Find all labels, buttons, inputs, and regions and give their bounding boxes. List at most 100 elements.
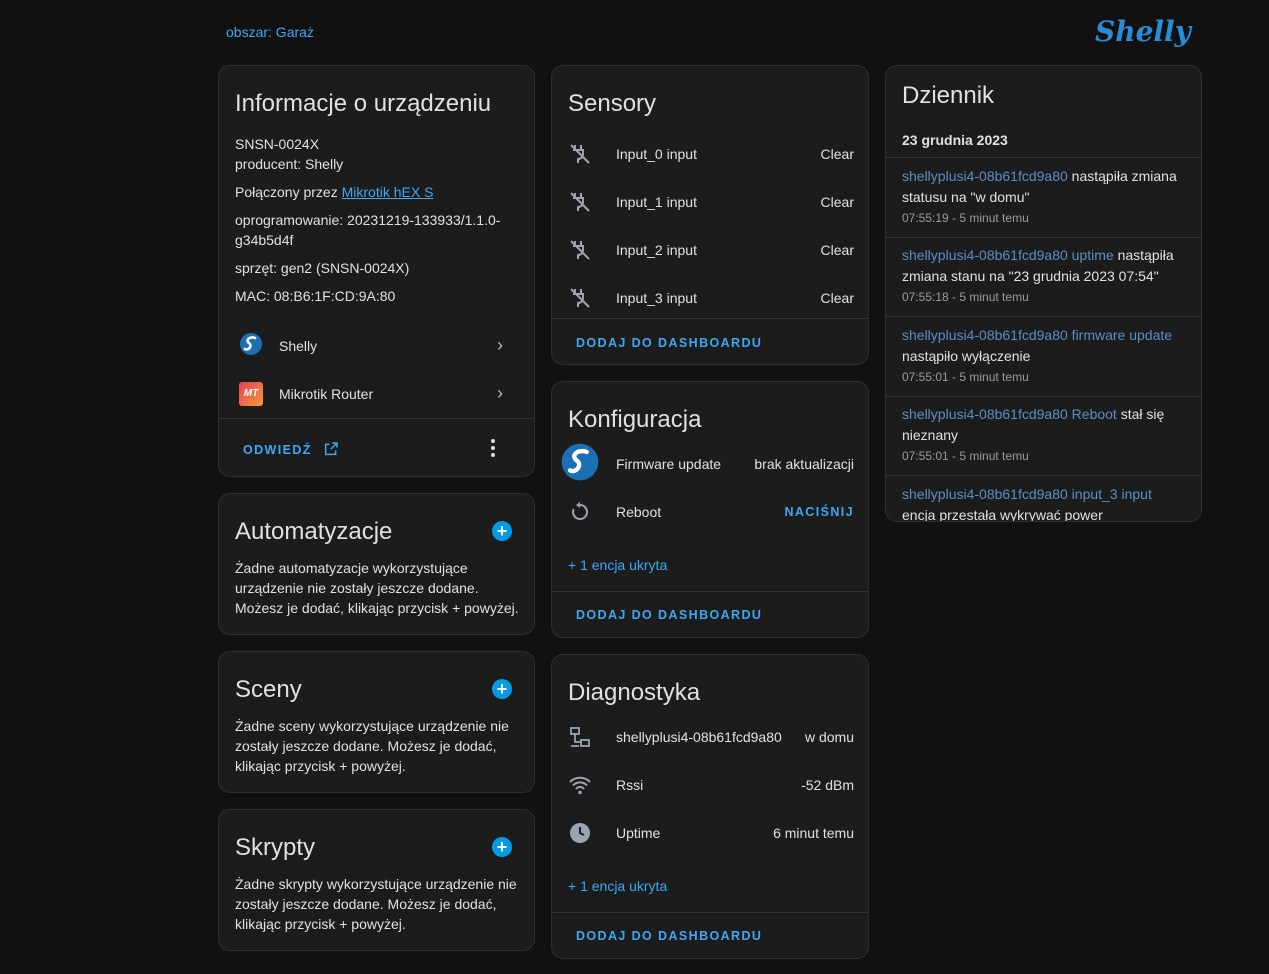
sensor-state: Clear	[820, 290, 854, 306]
log-time: 07:55:18 - 5 minut temu	[902, 290, 1029, 304]
device-info-title: Informacje o urządzeniu	[235, 90, 492, 117]
shelly-logo-icon	[240, 333, 262, 355]
mac-address: MAC: 08:B6:1F:CD:9A:80	[235, 288, 396, 304]
diagnostic-name: shellyplusi4-08b61fcd9a80	[616, 729, 782, 745]
log-time: 07:55:19 - 5 minut temu	[902, 211, 1029, 225]
scripts-card: Skrypty + Żadne skrypty wykorzystujące u…	[218, 809, 535, 951]
diagnostics-card: Diagnostyka shellyplusi4-08b61fcd9a80 w …	[551, 654, 869, 959]
logbook-date: 23 grudnia 2023	[902, 132, 1008, 148]
power-plug-off-icon	[570, 192, 590, 212]
hidden-entities-link[interactable]: + 1 encja ukryta	[568, 878, 667, 894]
connected-prefix: Połączony przez	[235, 184, 342, 200]
logbook-card: Dziennik 23 grudnia 2023 shellyplusi4-08…	[885, 65, 1202, 522]
shelly-logo-icon	[561, 443, 599, 481]
sensor-row[interactable]: Input_3 input Clear	[552, 274, 868, 322]
sensors-title: Sensory	[568, 90, 657, 117]
connected-device-link[interactable]: Mikrotik hEX S	[342, 184, 434, 200]
diagnostic-state: -52 dBm	[801, 777, 854, 793]
integration-label: Shelly	[279, 338, 318, 354]
logbook-entry: shellyplusi4-08b61fcd9a80 nastąpiła zmia…	[886, 158, 1201, 238]
log-message: nastąpiło wyłączenie	[902, 348, 1031, 364]
add-to-dashboard-button[interactable]: DODAJ DO DASHBOARDU	[576, 336, 762, 350]
diagnostic-state: w domu	[804, 729, 854, 745]
automations-title: Automatyzacje	[235, 518, 393, 545]
add-script-button[interactable]: +	[492, 837, 512, 857]
log-time: 07:55:01 - 5 minut temu	[902, 449, 1029, 463]
firmware-update-state: brak aktualizacji	[754, 456, 854, 472]
diagnostic-row[interactable]: Uptime 6 minut temu	[552, 809, 868, 857]
sensor-state: Clear	[820, 146, 854, 162]
log-entity-link[interactable]: shellyplusi4-08b61fcd9a80 Reboot	[902, 406, 1117, 422]
sensor-row[interactable]: Input_0 input Clear	[552, 130, 868, 178]
firmware-line1: oprogramowanie: 20231219-133933/1.1.0-	[235, 212, 501, 228]
add-automation-button[interactable]: +	[492, 521, 512, 541]
logbook-entry: shellyplusi4-08b61fcd9a80 uptime nastąpi…	[886, 238, 1201, 317]
sensor-state: Clear	[820, 194, 854, 210]
chevron-right-icon: ›	[497, 335, 503, 355]
svg-text:Shelly: Shelly	[1095, 15, 1193, 48]
log-entity-link[interactable]: shellyplusi4-08b61fcd9a80 firmware updat…	[902, 327, 1172, 343]
integration-row-shelly[interactable]: Shelly ›	[219, 322, 534, 366]
area-link[interactable]: obszar: Garaż	[226, 24, 314, 40]
log-message: encja przestała wykrywać power	[902, 507, 1103, 522]
scripts-title: Skrypty	[235, 834, 316, 861]
visit-button[interactable]: ODWIEDŹ	[243, 441, 339, 457]
lan-icon	[570, 727, 590, 747]
wifi-icon	[569, 776, 591, 795]
scenes-title: Sceny	[235, 676, 302, 703]
scenes-empty-text: Żadne sceny wykorzystujące urządzenie ni…	[235, 718, 509, 774]
log-entity-link[interactable]: shellyplusi4-08b61fcd9a80 input_3 input	[902, 486, 1152, 502]
log-time: 07:55:01 - 5 minut temu	[902, 370, 1029, 384]
power-plug-off-icon	[570, 240, 590, 260]
firmware-update-name: Firmware update	[616, 456, 722, 472]
sensor-name: Input_1 input	[616, 194, 697, 210]
configuration-title: Konfiguracja	[568, 406, 702, 433]
log-entity-link[interactable]: shellyplusi4-08b61fcd9a80	[902, 168, 1068, 184]
device-model: SNSN-0024X	[235, 136, 320, 152]
power-plug-off-icon	[570, 288, 590, 308]
connected-via: Połączony przez Mikrotik hEX S	[235, 184, 433, 200]
firmware-update-row[interactable]: Firmware update brak aktualizacji	[552, 438, 868, 486]
sensor-name: Input_2 input	[616, 242, 697, 258]
press-button[interactable]: NACIŚNIJ	[784, 505, 854, 519]
configuration-card: Konfiguracja Firmware update brak aktual…	[551, 381, 869, 638]
diagnostic-row[interactable]: shellyplusi4-08b61fcd9a80 w domu	[552, 713, 868, 761]
scripts-empty-text: Żadne skrypty wykorzystujące urządzenie …	[235, 876, 517, 932]
sensor-name: Input_3 input	[616, 290, 697, 306]
divider	[552, 591, 868, 592]
add-scene-button[interactable]: +	[492, 679, 512, 699]
automations-card: Automatyzacje + Żadne automatyzacje wyko…	[218, 493, 535, 635]
logbook-entry: shellyplusi4-08b61fcd9a80 input_3 input …	[886, 476, 1201, 522]
scenes-card: Sceny + Żadne sceny wykorzystujące urząd…	[218, 651, 535, 793]
logbook-entry: shellyplusi4-08b61fcd9a80 Reboot stał si…	[886, 397, 1201, 476]
shelly-brand-logo: Shelly	[1095, 15, 1193, 48]
diagnostic-name: Rssi	[616, 777, 644, 793]
sensor-row[interactable]: Input_1 input Clear	[552, 178, 868, 226]
integration-label: Mikrotik Router	[279, 386, 374, 402]
diagnostics-title: Diagnostyka	[568, 679, 701, 706]
device-info-card: Informacje o urządzeniu SNSN-0024X produ…	[218, 65, 535, 477]
logbook-entry: shellyplusi4-08b61fcd9a80 firmware updat…	[886, 317, 1201, 397]
logbook-title: Dziennik	[902, 82, 995, 109]
divider	[552, 912, 868, 913]
diagnostic-state: 6 minut temu	[773, 825, 854, 841]
diagnostic-row[interactable]: Rssi -52 dBm	[552, 761, 868, 809]
hidden-entities-link[interactable]: + 1 encja ukryta	[568, 557, 667, 573]
integration-row-mikrotik[interactable]: MT Mikrotik Router ›	[219, 370, 534, 414]
add-to-dashboard-button[interactable]: DODAJ DO DASHBOARDU	[576, 929, 762, 943]
log-entity-link[interactable]: shellyplusi4-08b61fcd9a80 uptime	[902, 247, 1114, 263]
sensors-card: Sensory Input_0 input Clear Input_1 inpu…	[551, 65, 869, 365]
sensor-name: Input_0 input	[616, 146, 697, 162]
device-manufacturer: producent: Shelly	[235, 156, 344, 172]
firmware-line2: g34b5d4f	[235, 232, 294, 248]
restart-icon	[572, 502, 589, 520]
mikrotik-logo-icon: MT	[239, 382, 263, 406]
sensor-row[interactable]: Input_2 input Clear	[552, 226, 868, 274]
power-plug-off-icon	[570, 144, 590, 164]
more-options-icon[interactable]	[489, 438, 497, 458]
open-in-new-icon	[324, 442, 338, 456]
add-to-dashboard-button[interactable]: DODAJ DO DASHBOARDU	[576, 608, 762, 622]
clock-icon	[570, 823, 590, 843]
chevron-right-icon: ›	[497, 383, 503, 403]
reboot-name: Reboot	[616, 504, 662, 520]
